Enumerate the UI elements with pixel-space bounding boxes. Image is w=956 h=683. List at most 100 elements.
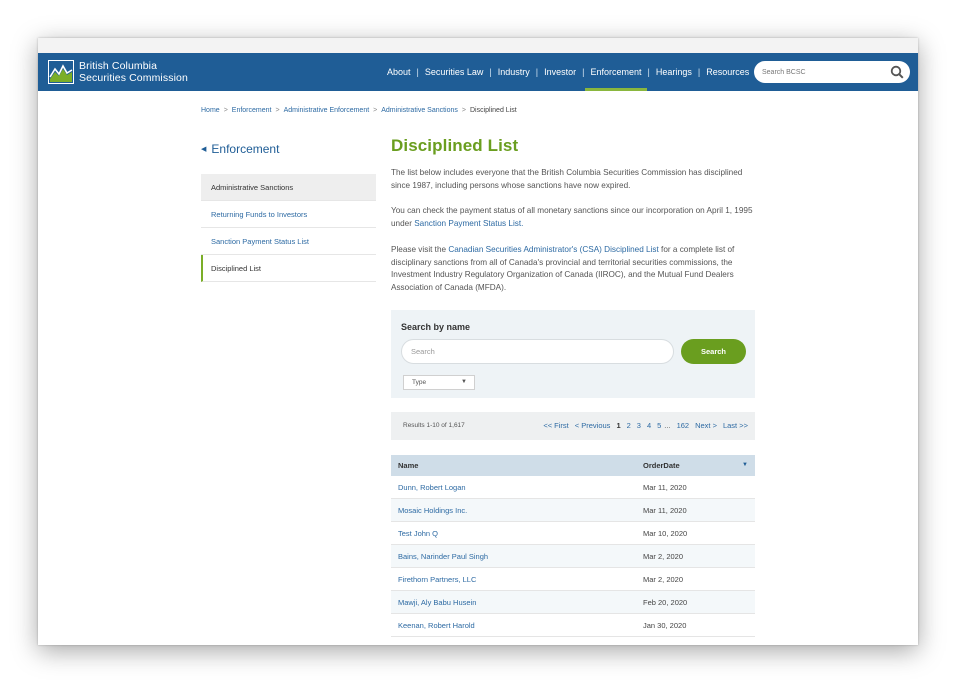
bcsc-logo-icon[interactable] <box>48 60 74 84</box>
site-search-placeholder: Search BCSC <box>762 68 806 76</box>
brand-line-1: British Columbia <box>79 60 158 72</box>
sidebar-item-returning-funds[interactable]: Returning Funds to Investors <box>201 201 376 228</box>
sidebar-item-administrative-sanctions[interactable]: Administrative Sanctions <box>201 174 376 201</box>
pager-ellipsis: ... <box>664 421 671 430</box>
sidebar-menu: Administrative Sanctions Returning Funds… <box>201 174 376 282</box>
nav-industry[interactable]: Industry <box>497 53 531 91</box>
table-row: Keenan, Robert Harold Jan 30, 2020 <box>391 613 755 637</box>
row-date: Mar 11, 2020 <box>636 476 755 499</box>
nav-securities-law[interactable]: Securities Law <box>424 53 485 91</box>
results-header-row: Name OrderDate ▼ <box>391 455 755 476</box>
payment-status-paragraph: You can check the payment status of all … <box>391 205 757 230</box>
csa-disciplined-list-link[interactable]: Canadian Securities Administrator's (CSA… <box>448 245 658 254</box>
column-header-orderdate-label: OrderDate <box>643 461 680 470</box>
brand-line-2: Securities Commission <box>79 72 188 84</box>
pager-previous[interactable]: < Previous <box>575 421 611 430</box>
breadcrumb-separator: > <box>275 107 280 114</box>
nav-investor[interactable]: Investor <box>543 53 577 91</box>
type-select[interactable]: Type ▼ <box>403 375 475 390</box>
breadcrumb: Home > Enforcement > Administrative Enforcem… <box>201 107 517 114</box>
results-count: Results 1-10 of 1,617 <box>403 422 465 429</box>
page-title: Disciplined List <box>391 136 519 155</box>
sidebar: ◀ Enforcement Administrative Sanctions R… <box>201 142 376 282</box>
row-name-link[interactable]: Test John Q <box>391 521 636 545</box>
csa-paragraph: Please visit the Canadian Securities Adm… <box>391 244 757 295</box>
name-search-input[interactable]: Search <box>401 339 674 364</box>
row-date: Jan 30, 2020 <box>636 613 755 637</box>
nav-about[interactable]: About <box>386 53 412 91</box>
sidebar-item-sanction-payment-status[interactable]: Sanction Payment Status List <box>201 228 376 255</box>
sidebar-heading: Enforcement <box>211 142 280 156</box>
row-date: Feb 20, 2020 <box>636 590 755 614</box>
row-name-link[interactable]: Mosaic Holdings Inc. <box>391 498 636 522</box>
search-button[interactable]: Search <box>681 339 746 364</box>
results-table: Name OrderDate ▼ Dunn, Robert Logan Mar … <box>391 455 755 637</box>
pager-page-3[interactable]: 3 <box>637 421 641 430</box>
sanction-payment-status-link[interactable]: Sanction Payment Status List. <box>414 219 523 228</box>
breadcrumb-current: Disciplined List <box>470 107 517 114</box>
breadcrumb-administrative-sanctions[interactable]: Administrative Sanctions <box>381 107 458 114</box>
nav-separator: | <box>416 67 419 77</box>
nav-resources[interactable]: Resources <box>705 53 750 91</box>
browser-window: British Columbia Securities Commission A… <box>38 38 918 645</box>
site-header: British Columbia Securities Commission A… <box>38 53 918 91</box>
pager-page-1[interactable]: 1 <box>616 421 620 430</box>
table-row: Bains, Narinder Paul Singh Mar 2, 2020 <box>391 544 755 568</box>
row-name-link[interactable]: Bains, Narinder Paul Singh <box>391 544 636 568</box>
pager-next[interactable]: Next > <box>695 421 717 430</box>
nav-separator: | <box>582 67 585 77</box>
column-header-orderdate[interactable]: OrderDate ▼ <box>636 455 755 476</box>
brand-name[interactable]: British Columbia Securities Commission <box>79 60 188 84</box>
nav-separator: | <box>535 67 539 77</box>
main-nav: About | Securities Law | Industry | Inve… <box>386 53 750 91</box>
row-date: Mar 2, 2020 <box>636 544 755 568</box>
breadcrumb-enforcement[interactable]: Enforcement <box>232 107 272 114</box>
row-date: Mar 11, 2020 <box>636 498 755 522</box>
nav-separator: | <box>489 67 492 77</box>
table-row: Test John Q Mar 10, 2020 <box>391 521 755 545</box>
site-search-input[interactable]: Search BCSC <box>754 61 910 83</box>
window-top-strip <box>38 38 918 54</box>
breadcrumb-separator: > <box>373 107 378 114</box>
nav-separator: | <box>697 67 701 77</box>
sidebar-heading-link[interactable]: ◀ Enforcement <box>201 142 376 156</box>
table-row: Firethorn Partners, LLC Mar 2, 2020 <box>391 567 755 591</box>
row-name-link[interactable]: Dunn, Robert Logan <box>391 476 636 499</box>
sort-desc-icon[interactable]: ▼ <box>742 462 748 468</box>
nav-separator: | <box>647 67 650 77</box>
search-icon[interactable] <box>890 65 904 79</box>
dropdown-caret-icon: ▼ <box>461 379 467 385</box>
pager-last[interactable]: Last >> <box>723 421 748 430</box>
table-row: Mosaic Holdings Inc. Mar 11, 2020 <box>391 498 755 522</box>
pager-first[interactable]: << First <box>543 421 568 430</box>
breadcrumb-separator: > <box>223 107 228 114</box>
pager-page-5[interactable]: 5 <box>657 421 661 430</box>
pager-page-last-number[interactable]: 162 <box>677 421 690 430</box>
search-label: Search by name <box>401 322 471 332</box>
csa-text-pre: Please visit the <box>391 244 449 254</box>
table-row: Dunn, Robert Logan Mar 11, 2020 <box>391 476 755 499</box>
nav-hearings[interactable]: Hearings <box>655 53 693 91</box>
caret-left-icon: ◀ <box>201 146 207 153</box>
column-header-name[interactable]: Name <box>391 455 636 476</box>
breadcrumb-separator: > <box>461 107 466 114</box>
name-search-placeholder: Search <box>411 347 435 356</box>
nav-enforcement[interactable]: Enforcement <box>585 53 647 91</box>
table-row: Mawji, Aly Babu Husein Feb 20, 2020 <box>391 590 755 614</box>
row-name-link[interactable]: Firethorn Partners, LLC <box>391 567 636 591</box>
intro-paragraph: The list below includes everyone that th… <box>391 168 743 190</box>
row-date: Mar 2, 2020 <box>636 567 755 591</box>
results-bar: Results 1-10 of 1,617 << First < Previou… <box>391 412 755 440</box>
type-select-value: Type <box>412 379 427 386</box>
pager-page-4[interactable]: 4 <box>647 421 651 430</box>
row-name-link[interactable]: Mawji, Aly Babu Husein <box>391 590 636 614</box>
search-panel: Search by name Search Search Type ▼ <box>391 310 755 398</box>
main-content: Disciplined List The list below includes… <box>391 136 757 295</box>
pager-page-2[interactable]: 2 <box>627 421 631 430</box>
pagination: << First < Previous 1 2 3 4 5 ... 162 Ne… <box>537 421 748 430</box>
sidebar-item-disciplined-list[interactable]: Disciplined List <box>201 255 376 282</box>
row-date: Mar 10, 2020 <box>636 521 755 545</box>
row-name-link[interactable]: Keenan, Robert Harold <box>391 613 636 637</box>
breadcrumb-administrative-enforcement[interactable]: Administrative Enforcement <box>284 107 370 114</box>
breadcrumb-home[interactable]: Home <box>201 107 220 114</box>
